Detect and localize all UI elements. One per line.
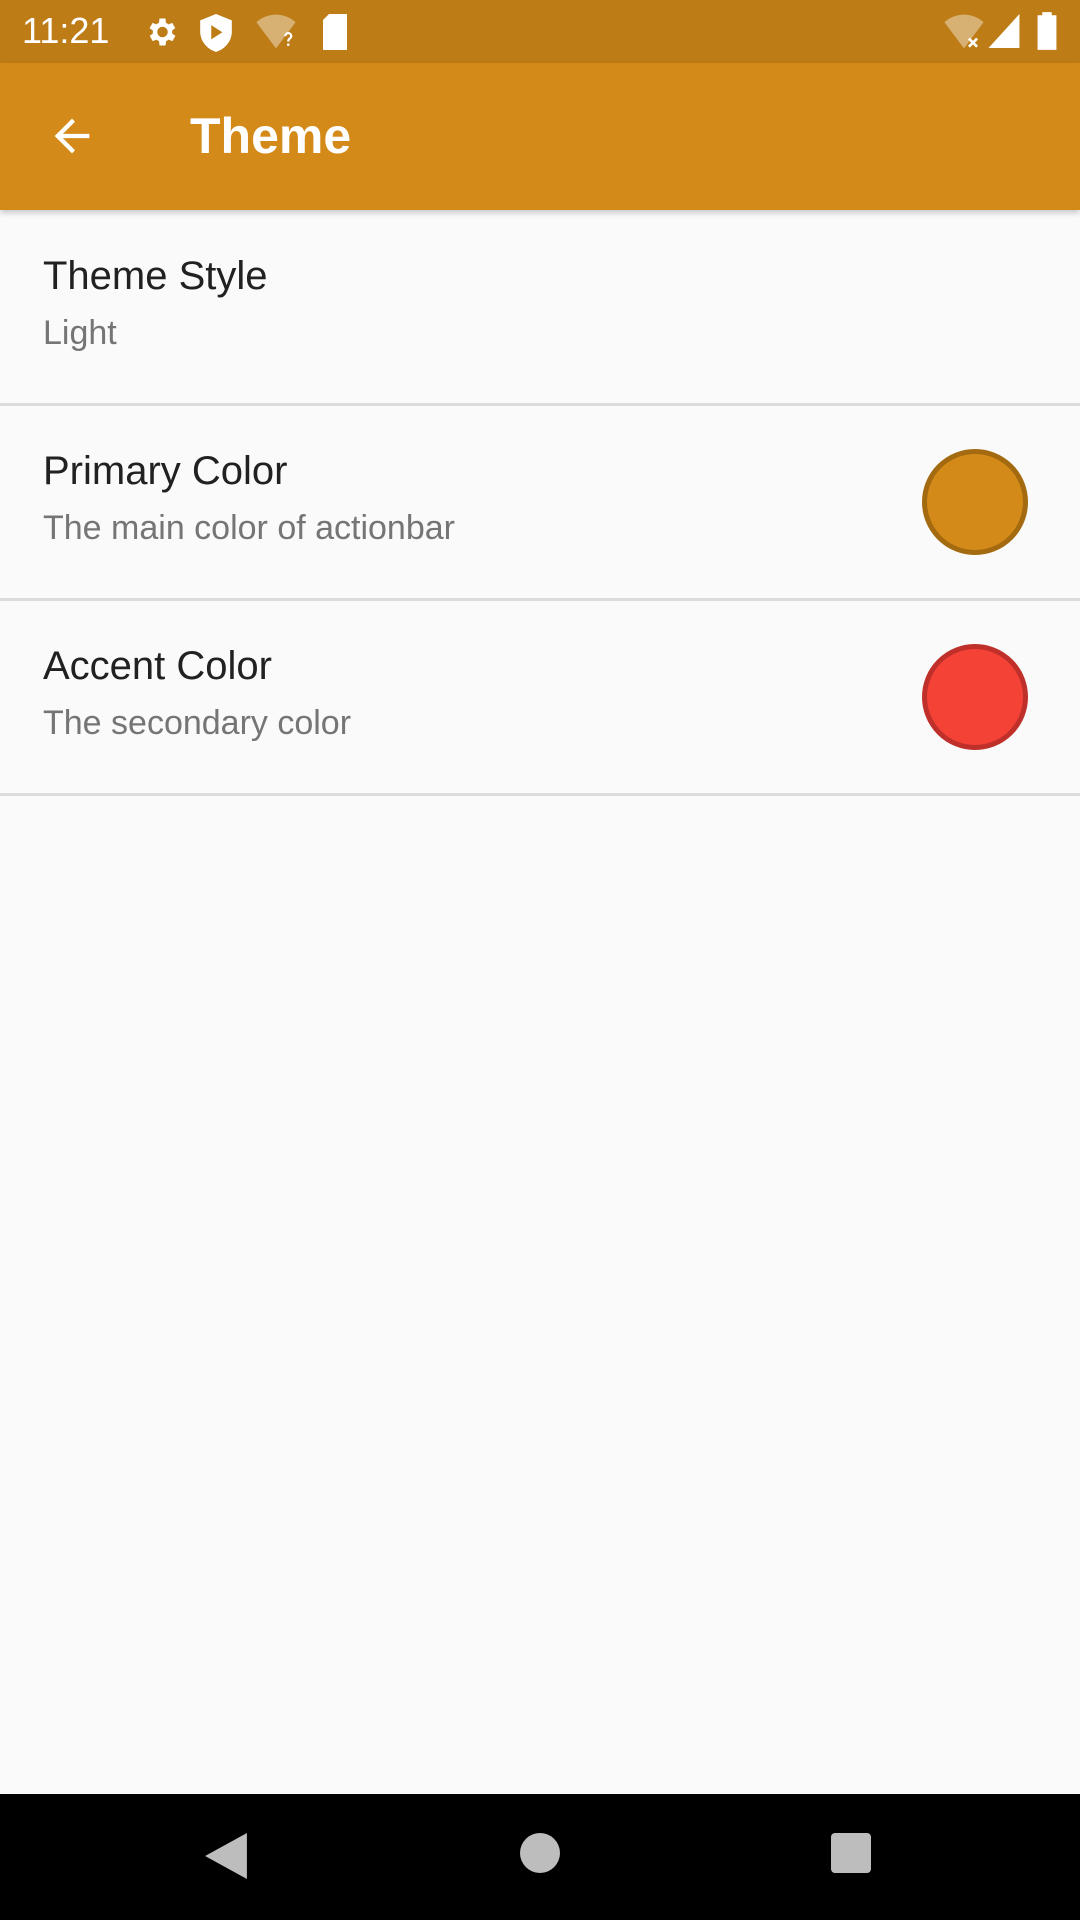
setting-summary: Light bbox=[43, 314, 117, 352]
accent-color-swatch[interactable] bbox=[922, 644, 1028, 750]
setting-accent-color[interactable]: Accent Color The secondary color bbox=[0, 600, 1080, 796]
signal-icon bbox=[988, 14, 1020, 48]
status-time: 11:21 bbox=[22, 10, 110, 51]
settings-icon bbox=[149, 18, 176, 46]
setting-title: Primary Color bbox=[43, 449, 288, 493]
setting-primary-color[interactable]: Primary Color The main color of actionba… bbox=[0, 405, 1080, 601]
sd-card-icon bbox=[323, 14, 347, 50]
primary-color-swatch[interactable] bbox=[922, 449, 1028, 555]
wifi-unknown-icon bbox=[256, 14, 296, 49]
wifi-off-icon bbox=[944, 14, 984, 49]
setting-theme-style[interactable]: Theme Style Light bbox=[0, 210, 1080, 406]
battery-icon bbox=[1037, 12, 1057, 50]
arrow-left-icon[interactable] bbox=[42, 110, 102, 162]
shield-play-icon bbox=[200, 14, 232, 52]
app-toolbar: Theme bbox=[0, 63, 1080, 210]
page-title: Theme bbox=[190, 108, 352, 164]
setting-summary: The main color of actionbar bbox=[43, 509, 455, 547]
status-bar: 11:21 bbox=[0, 0, 1080, 63]
back-triangle-icon[interactable] bbox=[205, 1833, 247, 1879]
setting-summary: The secondary color bbox=[43, 704, 352, 742]
setting-title: Theme Style bbox=[43, 254, 268, 298]
setting-title: Accent Color bbox=[43, 644, 272, 688]
navigation-bar bbox=[0, 1794, 1080, 1920]
home-circle-icon[interactable] bbox=[520, 1833, 560, 1873]
recents-square-icon[interactable] bbox=[831, 1833, 871, 1873]
